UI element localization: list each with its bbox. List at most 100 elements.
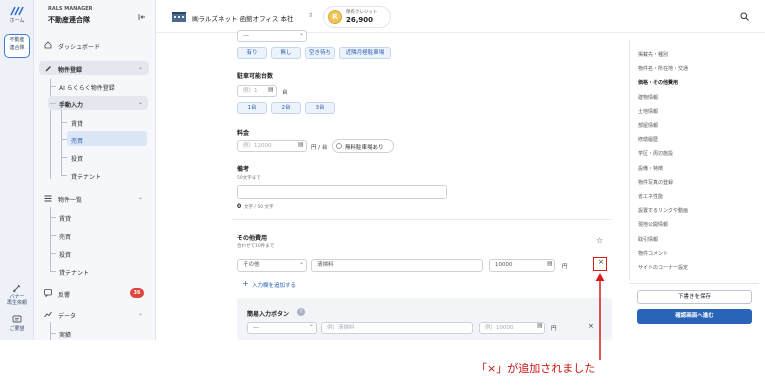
index-item[interactable]: 学区・周辺施設	[638, 150, 673, 157]
sidebar-item-list-sale[interactable]: 売買	[59, 232, 71, 241]
index-item[interactable]: 現地公開情報	[638, 221, 668, 228]
sidebar-item-data[interactable]: データ	[58, 311, 76, 320]
parking-chip-3[interactable]: 3台	[305, 102, 335, 114]
calculator-icon: ▤	[268, 86, 274, 93]
other-cost-hint: 合わせて10件まで	[237, 244, 275, 249]
credit-coin-icon: R	[328, 10, 342, 24]
parking-option-nearby[interactable]: 近隣月極駐車場	[339, 47, 391, 59]
company-switch-icon[interactable]: ⇕	[308, 12, 313, 19]
other-cost-unit: 円	[562, 264, 568, 270]
sidebar-item-list-investment[interactable]: 投資	[59, 250, 71, 259]
bulk-name-input[interactable]: 例）清掃料	[321, 322, 473, 334]
chevron-down-icon: ⌄	[138, 64, 144, 71]
sidebar-group-property-register[interactable]	[39, 61, 149, 75]
other-cost-name-input[interactable]: 清掃料	[311, 259, 483, 272]
rail-request-label: ご要望	[9, 326, 25, 332]
tree-line	[61, 110, 62, 176]
tree-tick	[50, 235, 56, 236]
fee-input[interactable]: 例）12000	[237, 140, 307, 152]
message-icon[interactable]	[12, 315, 22, 324]
tree-line	[50, 79, 51, 179]
remarks-count-suffix: 文字 / 50 文字	[244, 205, 274, 210]
sidebar-item-manual-input[interactable]: 手動入力	[59, 100, 83, 109]
home-icon	[44, 41, 52, 49]
sidebar-item-ai-register[interactable]: AI らくらく物件登録	[59, 83, 115, 92]
responses-count-badge: 36	[130, 288, 144, 298]
pencil-icon	[45, 66, 51, 72]
tree-tick	[50, 271, 56, 272]
index-item[interactable]: 省エネ性能	[638, 193, 663, 200]
star-icon[interactable]: ☆	[596, 236, 603, 245]
other-cost-category-select[interactable]: その他	[237, 259, 307, 272]
parking-type-select-value: ---	[243, 33, 249, 39]
credit-label: 保有クレジット	[346, 10, 378, 15]
chat-icon	[44, 289, 52, 297]
bulk-input-label: 簡易入力ボタン	[247, 311, 290, 318]
index-item[interactable]: 物件名・所在地・交通	[638, 65, 688, 72]
add-row-link[interactable]: 入力欄を追加する	[252, 281, 296, 289]
other-cost-amount-input[interactable]: 10000	[489, 259, 555, 272]
tree-tick	[61, 122, 67, 123]
save-draft-button[interactable]: 下書きを保存	[637, 290, 752, 304]
index-item[interactable]: 土地情報	[638, 108, 658, 115]
sidebar-item-performance[interactable]: 実績	[59, 330, 71, 339]
logo-icon	[10, 6, 24, 16]
brand-product: RALS MANAGER	[48, 6, 93, 12]
index-item[interactable]: 建物情報	[638, 94, 658, 101]
rail-org-label-1: 不動産	[9, 37, 25, 43]
bulk-category-value: ---	[253, 325, 259, 331]
search-icon[interactable]	[740, 12, 749, 21]
sidebar-item-list-rent[interactable]: 賃貸	[59, 214, 71, 223]
parking-count-label: 駐車可能台数	[237, 73, 274, 80]
index-item[interactable]: サイトのコーナー設定	[638, 264, 688, 271]
index-item[interactable]: 物件コメント	[638, 250, 668, 257]
bulk-name-placeholder: 例）清掃料	[327, 325, 355, 331]
calculator-icon: ▤	[298, 141, 304, 148]
sidebar-item-responses[interactable]: 反響	[58, 290, 70, 299]
parking-chip-1[interactable]: 1台	[237, 102, 267, 114]
chevron-down-icon: ⌄	[309, 321, 315, 328]
parking-option-no[interactable]: 無し	[271, 47, 301, 59]
parking-option-waiting[interactable]: 空き待ち	[305, 47, 335, 59]
index-divider	[629, 40, 630, 280]
sidebar-item-property-list[interactable]: 物件一覧	[58, 195, 82, 204]
trend-icon	[44, 311, 52, 318]
sidebar-item-manual-sale[interactable]: 売買	[71, 136, 83, 145]
sidebar-item-list-tenant[interactable]: 貸テナント	[59, 268, 89, 277]
chevron-down-icon: ⌄	[138, 99, 144, 106]
sidebar-item-manual-rent[interactable]: 賃貸	[71, 119, 83, 128]
remarks-input[interactable]	[237, 185, 447, 199]
sidebar-item-manual-tenant[interactable]: 貸テナント	[71, 172, 101, 181]
index-item[interactable]: 設置するリンクや動画	[638, 207, 688, 214]
index-item[interactable]: 物件写真の登録	[638, 179, 673, 186]
index-item[interactable]: 修繕履歴	[638, 136, 658, 143]
bulk-remove-button[interactable]: ×	[588, 322, 594, 330]
parking-type-select[interactable]: ---	[237, 30, 307, 42]
bulk-category-select[interactable]: ---	[247, 322, 317, 334]
icon-rail: ホーム 不動産 連合隊 バナー 再生依頼 ご要望	[0, 0, 34, 340]
brush-icon[interactable]	[12, 283, 22, 293]
tree-tick	[61, 157, 67, 158]
confirm-button[interactable]: 確認画面へ進む	[637, 309, 752, 324]
bulk-amount-input[interactable]: 例）10000	[479, 322, 545, 334]
tree-tick	[50, 217, 56, 218]
parking-chip-2[interactable]: 2台	[271, 102, 301, 114]
index-item[interactable]: 価格・その他費用	[638, 79, 678, 86]
company-name[interactable]: ㈱ラルズネット 函館オフィス 本社	[192, 13, 294, 23]
help-icon[interactable]: ?	[297, 308, 305, 316]
index-item[interactable]: 設備・特徴	[638, 165, 663, 172]
tree-tick	[61, 139, 67, 140]
rail-home-label[interactable]: ホーム	[0, 18, 34, 25]
sidebar-item-dashboard[interactable]: ダッシュボード	[58, 42, 100, 51]
index-item[interactable]: 部屋情報	[638, 122, 658, 129]
tree-tick	[50, 103, 56, 104]
sidebar-item-manual-investment[interactable]: 投資	[71, 154, 83, 163]
free-parking-label: 無料駐車場あり	[345, 145, 384, 151]
rail-banner-label-2: 再生依頼	[6, 300, 27, 306]
sidebar-item-property-register[interactable]: 物件登録	[58, 65, 82, 74]
index-item[interactable]: 取引情報	[638, 236, 658, 243]
index-item[interactable]: 掲載先・種別	[638, 51, 668, 58]
parking-option-yes[interactable]: 有り	[237, 47, 267, 59]
chevron-down-icon: ⌄	[138, 310, 144, 317]
collapse-sidebar-icon[interactable]	[138, 13, 146, 21]
